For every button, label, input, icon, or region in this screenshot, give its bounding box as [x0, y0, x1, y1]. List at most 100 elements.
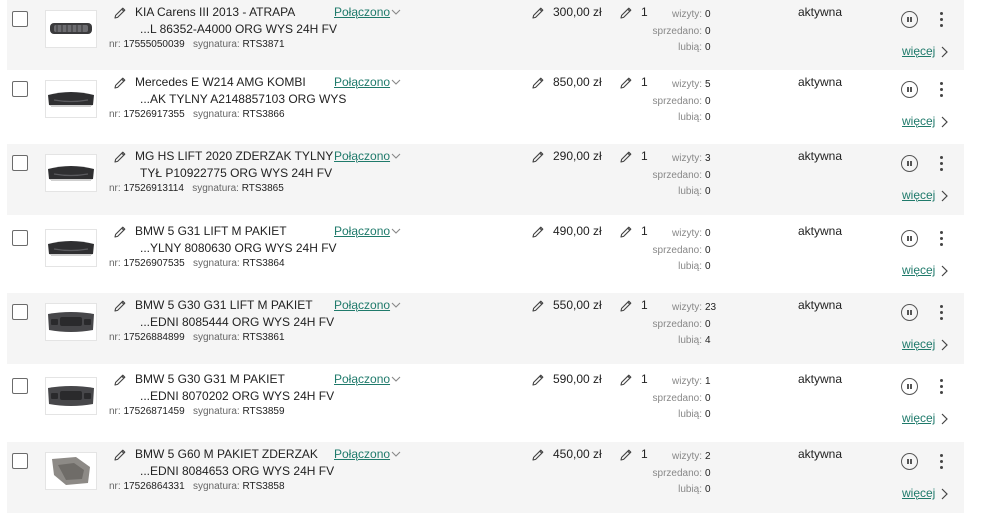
status-dropdown[interactable]: Połączono — [334, 298, 390, 312]
chevron-down-icon[interactable] — [391, 450, 401, 458]
listing-title[interactable]: BMW 5 G30 G31 LIFT M PAKIET ...EDNI 8085… — [135, 297, 335, 330]
more-options-icon[interactable] — [936, 304, 948, 322]
more-link[interactable]: więcej — [902, 188, 935, 202]
status-dropdown[interactable]: Połączono — [334, 5, 390, 19]
select-checkbox[interactable] — [12, 11, 28, 27]
status-dropdown[interactable]: Połączono — [334, 372, 390, 386]
more-link[interactable]: więcej — [902, 411, 935, 425]
edit-quantity-icon[interactable] — [619, 150, 633, 164]
product-thumbnail[interactable] — [45, 229, 97, 267]
likes-label: lubią: — [678, 42, 702, 53]
listing-meta: nr: 17526884899 sygnatura: RTS3861 — [109, 332, 285, 343]
listing-title[interactable]: KIA Carens III 2013 - ATRAPA ...L 86352-… — [135, 4, 337, 37]
edit-quantity-icon[interactable] — [619, 225, 633, 239]
more-options-icon[interactable] — [936, 11, 948, 29]
more-link[interactable]: więcej — [902, 337, 935, 351]
signature-label: sygnatura: — [192, 481, 243, 492]
edit-title-icon[interactable] — [113, 150, 127, 164]
select-checkbox[interactable] — [12, 453, 28, 469]
edit-quantity-icon[interactable] — [619, 448, 633, 462]
chevron-right-icon[interactable] — [940, 413, 948, 425]
signature-label: sygnatura: — [192, 183, 242, 194]
chevron-right-icon[interactable] — [940, 190, 948, 202]
status-dropdown[interactable]: Połączono — [334, 447, 390, 461]
select-checkbox[interactable] — [12, 230, 28, 246]
product-thumbnail[interactable] — [45, 303, 97, 341]
listing-title[interactable]: MG HS LIFT 2020 ZDERZAK TYLNY TYŁ P10922… — [135, 148, 335, 181]
edit-title-icon[interactable] — [113, 6, 127, 20]
more-link[interactable]: więcej — [902, 263, 935, 277]
edit-title-icon[interactable] — [113, 448, 127, 462]
edit-quantity-icon[interactable] — [619, 76, 633, 90]
product-thumbnail[interactable] — [45, 10, 97, 48]
sold-count: 0 — [705, 244, 711, 256]
more-options-icon[interactable] — [936, 453, 948, 471]
edit-quantity-icon[interactable] — [619, 373, 633, 387]
listing-signature: RTS3858 — [242, 481, 285, 492]
edit-price-icon[interactable] — [531, 76, 545, 90]
select-checkbox[interactable] — [12, 81, 28, 97]
listing-title[interactable]: BMW 5 G60 M PAKIET ZDERZAK ...EDNI 80846… — [135, 446, 335, 479]
pause-icon[interactable] — [901, 230, 918, 247]
chevron-right-icon[interactable] — [940, 488, 948, 500]
pause-icon[interactable] — [901, 155, 918, 172]
edit-title-icon[interactable] — [113, 299, 127, 313]
more-options-icon[interactable] — [936, 155, 948, 173]
sold-label: sprzedano: — [652, 318, 702, 330]
edit-price-icon[interactable] — [531, 225, 545, 239]
select-checkbox[interactable] — [12, 378, 28, 394]
sold-count: 0 — [705, 25, 711, 37]
sold-label: sprzedano: — [652, 244, 702, 256]
more-link[interactable]: więcej — [902, 486, 935, 500]
more-link[interactable]: więcej — [902, 44, 935, 58]
more-options-icon[interactable] — [936, 230, 948, 248]
visits-count: 1 — [705, 376, 711, 387]
listing-title[interactable]: BMW 5 G30 G31 M PAKIET ...EDNI 8070202 O… — [135, 371, 335, 404]
product-thumbnail[interactable] — [45, 80, 97, 118]
edit-price-icon[interactable] — [531, 373, 545, 387]
chevron-right-icon[interactable] — [940, 339, 948, 351]
product-thumbnail[interactable] — [45, 452, 97, 490]
likes-label: lubią: — [678, 261, 702, 272]
edit-title-icon[interactable] — [113, 373, 127, 387]
select-checkbox[interactable] — [12, 304, 28, 320]
chevron-down-icon[interactable] — [391, 8, 401, 16]
edit-quantity-icon[interactable] — [619, 299, 633, 313]
nr-label: nr: — [109, 109, 124, 120]
edit-price-icon[interactable] — [531, 150, 545, 164]
chevron-right-icon[interactable] — [940, 265, 948, 277]
edit-quantity-icon[interactable] — [619, 6, 633, 20]
product-thumbnail[interactable] — [45, 154, 97, 192]
pause-icon[interactable] — [901, 11, 918, 28]
chevron-down-icon[interactable] — [391, 375, 401, 383]
more-options-icon[interactable] — [936, 81, 948, 99]
listing-number: 17526871459 — [123, 406, 185, 417]
pause-icon[interactable] — [901, 304, 918, 321]
product-thumbnail[interactable] — [45, 377, 97, 415]
chevron-down-icon[interactable] — [391, 152, 401, 160]
more-link[interactable]: więcej — [902, 114, 935, 128]
pause-icon[interactable] — [901, 378, 918, 395]
pause-icon[interactable] — [901, 81, 918, 98]
edit-price-icon[interactable] — [531, 299, 545, 313]
edit-price-icon[interactable] — [531, 448, 545, 462]
more-options-icon[interactable] — [936, 378, 948, 396]
listing-title-line1: MG HS LIFT 2020 ZDERZAK TYLNY — [135, 149, 334, 163]
chevron-down-icon[interactable] — [391, 227, 401, 235]
select-checkbox[interactable] — [12, 155, 28, 171]
listing-title-line1: BMW 5 G60 M PAKIET ZDERZAK — [135, 447, 318, 461]
listing-title[interactable]: Mercedes E W214 AMG KOMBI ...AK TYLNY A2… — [135, 74, 347, 107]
status-dropdown[interactable]: Połączono — [334, 224, 390, 238]
edit-title-icon[interactable] — [113, 76, 127, 90]
chevron-down-icon[interactable] — [391, 301, 401, 309]
chevron-right-icon[interactable] — [940, 116, 948, 128]
chevron-right-icon[interactable] — [940, 46, 948, 58]
listing-title-line2: ...AK TYLNY A2148857103 ORG WYS — [140, 91, 347, 106]
edit-title-icon[interactable] — [113, 225, 127, 239]
listing-title[interactable]: BMW 5 G31 LIFT M PAKIET ...YLNY 8080630 … — [135, 223, 337, 256]
status-dropdown[interactable]: Połączono — [334, 149, 390, 163]
edit-price-icon[interactable] — [531, 6, 545, 20]
pause-icon[interactable] — [901, 453, 918, 470]
status-dropdown[interactable]: Połączono — [334, 75, 390, 89]
chevron-down-icon[interactable] — [391, 78, 401, 86]
